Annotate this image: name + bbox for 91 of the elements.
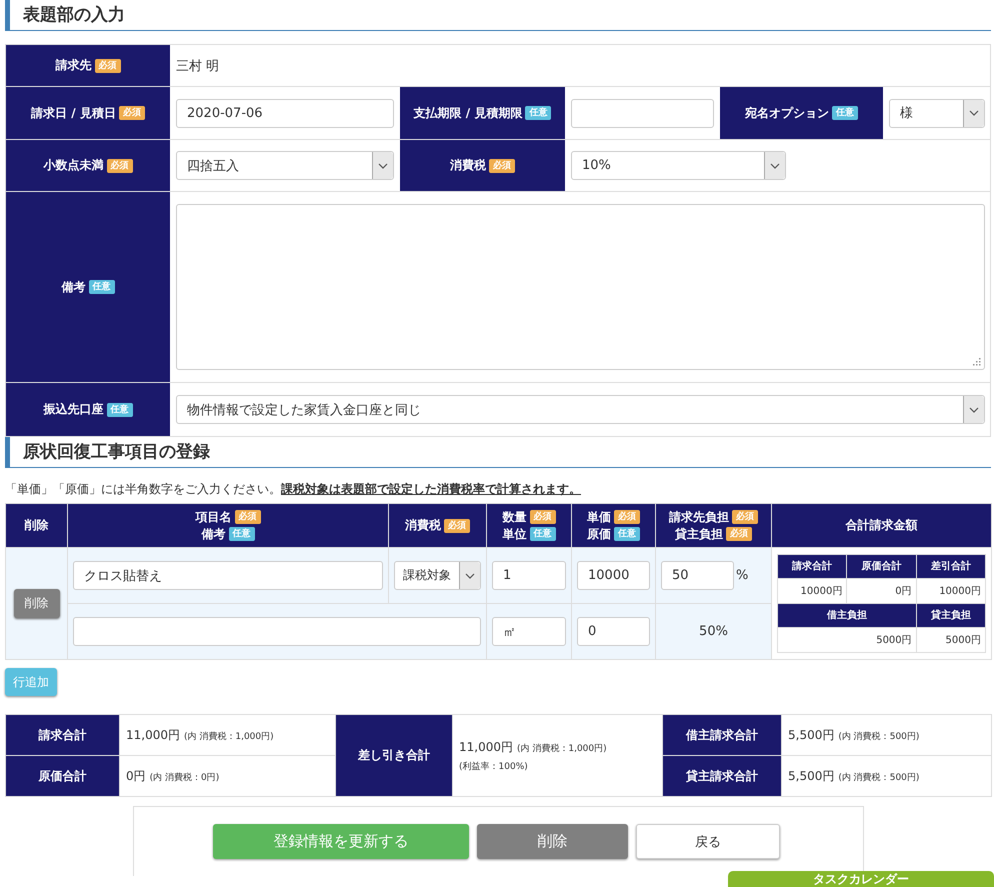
- column-header: 備考: [202, 526, 226, 540]
- cost-field[interactable]: 0: [577, 617, 650, 646]
- field-label: 請求日 / 見積日: [31, 104, 116, 122]
- summary-value: 5000円: [916, 628, 986, 652]
- tax-note: (内 消費税：500円): [838, 772, 920, 782]
- field-label: 消費税: [450, 157, 486, 174]
- column-header: 削除: [24, 518, 48, 532]
- field-label: 備考: [62, 278, 86, 296]
- caret-icon: [969, 406, 979, 412]
- optional-badge: 任意: [228, 527, 254, 542]
- optional-badge: 任意: [530, 527, 556, 542]
- back-button[interactable]: 戻る: [636, 824, 780, 859]
- unit-field[interactable]: ㎡: [492, 617, 566, 646]
- total-amount: 0円: [126, 768, 146, 782]
- tax-note: (内 消費税：1,000円): [184, 732, 274, 742]
- remark-field[interactable]: [73, 617, 481, 646]
- required-badge: 必須: [726, 527, 752, 542]
- total-label: 請求合計: [6, 714, 120, 756]
- required-badge: 必須: [614, 510, 640, 524]
- section-heading: 表題部の入力: [5, 0, 991, 31]
- percent-sign: %: [736, 568, 748, 583]
- select-field[interactable]: 四捨五入: [176, 151, 394, 180]
- resize-grip-icon[interactable]: [972, 357, 981, 366]
- summary-header: 借主負担: [778, 604, 916, 628]
- column-header: 合計請求金額: [846, 518, 918, 532]
- column-header: 数量: [502, 510, 526, 524]
- summary-value: 10000円: [916, 578, 986, 604]
- caret-icon: [770, 162, 780, 168]
- required-badge: 必須: [234, 510, 260, 524]
- delete-button[interactable]: 削除: [477, 824, 628, 859]
- total-amount: 5,500円: [788, 728, 834, 742]
- column-header: 貸主負担: [675, 526, 723, 540]
- total-label: 貸主請求合計: [662, 756, 782, 796]
- total-label: 差し引き合計: [336, 714, 452, 796]
- quantity-field[interactable]: 1: [492, 561, 566, 590]
- profit-rate: (利益率：100%): [459, 760, 529, 772]
- select-field[interactable]: 様: [889, 98, 985, 128]
- summary-value: 0円: [846, 578, 916, 604]
- caret-icon: [378, 162, 388, 168]
- column-header: 原価: [587, 526, 611, 540]
- field-label: 請求先: [56, 57, 92, 74]
- summary-header: 差引合計: [916, 554, 986, 578]
- total-label: 原価合計: [6, 756, 120, 796]
- select-field[interactable]: 10%: [571, 151, 786, 180]
- required-badge: 必須: [118, 106, 145, 120]
- optional-badge: 任意: [525, 106, 552, 120]
- delete-button[interactable]: 削除: [14, 589, 60, 618]
- column-header: 単価: [587, 510, 611, 524]
- optional-badge: 任意: [106, 402, 132, 416]
- caret-icon: [465, 572, 475, 578]
- required-badge: 必須: [732, 510, 758, 524]
- tax-note: (内 消費税：0円): [150, 772, 220, 782]
- input-field[interactable]: [571, 98, 714, 128]
- caret-icon: [969, 110, 979, 116]
- summary-value: 10000円: [778, 578, 847, 604]
- column-header: 項目名: [196, 510, 232, 524]
- summary-header: 貸主負担: [916, 604, 986, 628]
- field-label: 振込先口座: [44, 401, 104, 418]
- tax-note: (内 消費税：1,000円): [517, 744, 607, 754]
- summary-header: 原価合計: [846, 554, 916, 578]
- total-amount: 11,000円: [126, 728, 180, 742]
- required-badge: 必須: [489, 158, 515, 172]
- total-amount: 5,500円: [788, 768, 834, 782]
- tax-select[interactable]: 課税対象: [394, 561, 481, 590]
- share-field[interactable]: 50: [661, 561, 734, 590]
- client-name: 三村 明: [176, 58, 220, 74]
- required-badge: 必須: [530, 510, 556, 524]
- owner-share-text: 50%: [699, 624, 728, 639]
- unit-price-field[interactable]: 10000: [577, 561, 650, 590]
- required-badge: 必須: [106, 158, 132, 172]
- section-heading: 原状回復工事項目の登録: [5, 437, 991, 468]
- summary-header: 請求合計: [778, 554, 847, 578]
- select-field[interactable]: 物件情報で設定した家賃入金口座と同じ: [176, 395, 985, 424]
- optional-badge: 任意: [614, 527, 640, 542]
- field-label: 小数点未満: [44, 157, 104, 174]
- instruction-text: 「単価」「原価」には半角数字をご入力ください。課税対象は表題部で設定した消費税率で計算されます。: [5, 481, 582, 498]
- column-header: 消費税: [405, 518, 441, 532]
- total-label: 借主請求合計: [662, 714, 782, 756]
- field-label: 支払期限 / 見積期限: [414, 104, 522, 122]
- summary-value: 5000円: [778, 628, 916, 652]
- optional-badge: 任意: [88, 280, 114, 294]
- optional-badge: 任意: [832, 106, 858, 120]
- field-label: 宛名オプション: [745, 104, 829, 122]
- date-field[interactable]: 2020-07-06: [176, 98, 394, 128]
- required-badge: 必須: [444, 518, 470, 533]
- total-amount: 11,000円: [459, 740, 513, 754]
- required-badge: 必須: [94, 58, 120, 72]
- column-header: 単位: [502, 526, 526, 540]
- column-header: 請求先負担: [669, 510, 729, 524]
- item-name-field[interactable]: クロス貼替え: [73, 561, 383, 590]
- tax-note: (内 消費税：500円): [838, 732, 920, 742]
